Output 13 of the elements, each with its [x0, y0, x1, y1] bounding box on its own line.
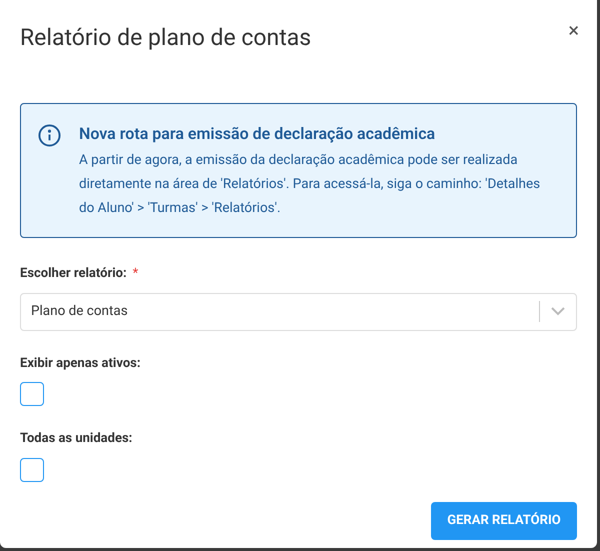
chevron-down-icon [551, 307, 565, 316]
checkbox-label: Exibir apenas ativos: [20, 354, 142, 372]
close-button[interactable]: × [568, 20, 579, 40]
report-select[interactable]: Plano de contas [20, 292, 577, 330]
checkbox-label: Todas as unidades: [20, 430, 134, 448]
checkbox[interactable] [20, 458, 44, 482]
notice-title: Nova rota para emissão de declaração acadêmica [79, 123, 436, 145]
field-label: Escolher relatório: [20, 265, 127, 283]
info-icon [38, 124, 61, 147]
dialog-title: Relatório de plano de contas [20, 23, 312, 53]
notice-text: A partir de agora, a emissão da declaração acadêmica pode ser realizada diretamente na área de 'Relatórios'. Para acessá-la, siga o caminho: 'Detalhes do Aluno' > 'Turmas' > 'Relatórios'. [79, 151, 542, 218]
checkbox[interactable] [20, 382, 44, 406]
required-mark: * [132, 265, 138, 283]
